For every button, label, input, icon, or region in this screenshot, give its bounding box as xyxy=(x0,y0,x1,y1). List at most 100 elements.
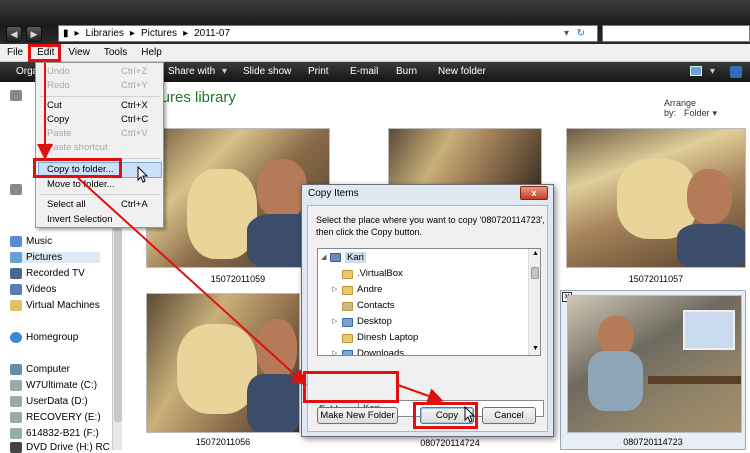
thumbnail-item-selected[interactable]: ✕ 080720114723 xyxy=(560,290,746,450)
nav-item-drive-d[interactable]: UserData (D:) xyxy=(10,396,88,407)
expand-icon[interactable]: ▷ xyxy=(332,349,337,355)
menu-help[interactable]: Help xyxy=(134,47,169,58)
nav-item-drive-c[interactable]: W7Ultimate (C:) xyxy=(10,380,97,391)
highlight-edit-menu xyxy=(28,44,61,62)
breadcrumb-libraries[interactable]: Libraries xyxy=(86,28,124,39)
thumbnail-item[interactable] xyxy=(388,128,542,186)
tree-item-kari[interactable]: Kari xyxy=(345,252,366,263)
computer-icon xyxy=(10,364,22,375)
collapse-icon[interactable]: ◢ xyxy=(321,253,326,261)
menu-item-copy[interactable]: Copy xyxy=(47,114,69,125)
expand-icon[interactable]: ▷ xyxy=(332,317,337,325)
search-input[interactable] xyxy=(602,25,750,42)
slide-show-button[interactable]: Slide show xyxy=(243,66,291,77)
shortcut-copy: Ctrl+C xyxy=(121,114,149,125)
menu-bar: File Edit View Tools Help xyxy=(0,44,750,62)
title-bar: ◀ ▶ ▮ ▸ Libraries ▸ Pictures ▸ 2011-07 ▾… xyxy=(0,0,750,44)
new-folder-button[interactable]: New folder xyxy=(438,66,486,77)
burn-button[interactable]: Burn xyxy=(396,66,417,77)
chevron-down-icon[interactable]: ▾ xyxy=(710,66,715,77)
photo-thumbnail xyxy=(566,128,746,268)
tree-item-contacts[interactable]: Contacts xyxy=(357,300,395,311)
thumbnail-item[interactable]: 15072011056 xyxy=(146,293,300,450)
homegroup-icon xyxy=(10,332,22,343)
menu-item-undo[interactable]: Undo xyxy=(47,66,70,77)
menu-item-invert-selection[interactable]: Invert Selection xyxy=(47,214,112,225)
tree-item-andre[interactable]: Andre xyxy=(357,284,382,295)
email-button[interactable]: E-mail xyxy=(350,66,378,77)
scroll-down-icon[interactable]: ▼ xyxy=(532,345,539,352)
dvd-drive-icon xyxy=(10,442,22,453)
folder-tree[interactable]: ◢ Kari .VirtualBox ▷ Andre Contacts ▷ De… xyxy=(317,248,541,356)
menu-item-select-all[interactable]: Select all xyxy=(47,199,86,210)
menu-view[interactable]: View xyxy=(61,47,97,58)
menu-item-move-to-folder[interactable]: Move to folder... xyxy=(47,179,115,190)
chevron-down-icon: ▾ xyxy=(222,66,228,77)
thumbnail-caption: 080720114723 xyxy=(623,437,683,447)
nav-item-virtual-machines[interactable]: Virtual Machines xyxy=(10,300,100,311)
expand-icon[interactable]: ▷ xyxy=(332,285,337,293)
dialog-title: Copy Items xyxy=(308,188,359,199)
dropdown-icon[interactable]: ▾ xyxy=(564,28,569,39)
preview-pane-icon[interactable] xyxy=(730,66,742,78)
menu-item-redo[interactable]: Redo xyxy=(47,80,70,91)
drive-icon xyxy=(10,428,22,439)
view-options-icon[interactable] xyxy=(690,66,702,76)
shortcut-redo: Ctrl+Y xyxy=(121,80,148,91)
nav-item-drive-e[interactable]: RECOVERY (E:) xyxy=(10,412,101,423)
nav-item-pictures[interactable]: Pictures xyxy=(10,252,100,263)
menu-item-paste[interactable]: Paste xyxy=(47,128,71,139)
downloads-folder-icon xyxy=(342,350,353,355)
tree-item-dinesh-laptop[interactable]: Dinesh Laptop xyxy=(357,332,418,343)
drive-icon xyxy=(10,380,22,391)
thumbnail-caption: 080720114724 xyxy=(420,438,480,448)
music-icon xyxy=(10,236,22,247)
tree-item-virtualbox[interactable]: .VirtualBox xyxy=(357,268,403,279)
address-bar[interactable]: ▮ ▸ Libraries ▸ Pictures ▸ 2011-07 ▾ ↻ xyxy=(58,25,598,42)
videos-icon xyxy=(10,284,22,295)
nav-item-music[interactable]: Music xyxy=(10,236,52,247)
photo-thumbnail xyxy=(567,295,742,433)
close-icon[interactable]: x xyxy=(520,186,548,200)
folder-icon xyxy=(10,300,22,311)
folder-icon xyxy=(342,334,353,343)
share-with-button[interactable]: Share with xyxy=(168,66,215,77)
tree-scroll-thumb[interactable] xyxy=(531,267,539,279)
make-new-folder-button[interactable]: Make New Folder xyxy=(317,407,398,424)
thumbnail-item[interactable]: 15072011057 xyxy=(566,128,746,288)
forward-icon[interactable]: ▶ xyxy=(26,26,42,42)
nav-item-videos[interactable]: Videos xyxy=(10,284,56,295)
print-button[interactable]: Print xyxy=(308,66,329,77)
nav-item-drive-f[interactable]: 614832-B21 (F:) xyxy=(10,428,99,439)
menu-item-cut[interactable]: Cut xyxy=(47,100,62,111)
mouse-cursor-icon xyxy=(464,406,476,423)
refresh-icon[interactable]: ↻ xyxy=(577,28,585,39)
menu-divider xyxy=(40,194,160,195)
tree-item-downloads[interactable]: Downloads xyxy=(357,348,404,355)
arrange-by[interactable]: Arrange by: Folder ▾ xyxy=(664,98,750,119)
scroll-up-icon[interactable]: ▲ xyxy=(532,250,539,257)
cancel-button[interactable]: Cancel xyxy=(482,407,536,424)
chevron-down-icon: ▾ xyxy=(712,108,718,118)
breadcrumb-2011-07[interactable]: 2011-07 xyxy=(194,28,230,39)
tree-scrollbar[interactable]: ▲ ▼ xyxy=(528,249,540,355)
nav-item-homegroup[interactable]: Homegroup xyxy=(10,332,78,343)
dialog-instructions: Select the place where you want to copy … xyxy=(316,215,545,237)
arrange-by-value[interactable]: Folder xyxy=(684,108,710,118)
nav-item-computer[interactable]: Computer xyxy=(10,364,70,375)
nav-item-recorded-tv[interactable]: Recorded TV xyxy=(10,268,85,279)
highlight-folder-field xyxy=(303,371,399,403)
nav-item-drive-h[interactable]: DVD Drive (H:) RC xyxy=(10,442,110,453)
shortcut-cut: Ctrl+X xyxy=(121,100,148,111)
menu-divider xyxy=(40,96,160,97)
photo-thumbnail xyxy=(388,128,542,186)
menu-file[interactable]: File xyxy=(0,47,30,58)
menu-item-paste-shortcut[interactable]: Paste shortcut xyxy=(47,142,108,153)
drive-icon xyxy=(10,412,22,423)
tv-icon xyxy=(10,268,22,279)
user-folder-icon xyxy=(330,253,341,262)
back-icon[interactable]: ◀ xyxy=(6,26,22,42)
tree-item-desktop[interactable]: Desktop xyxy=(357,316,392,327)
breadcrumb-pictures[interactable]: Pictures xyxy=(141,28,177,39)
menu-tools[interactable]: Tools xyxy=(97,47,134,58)
